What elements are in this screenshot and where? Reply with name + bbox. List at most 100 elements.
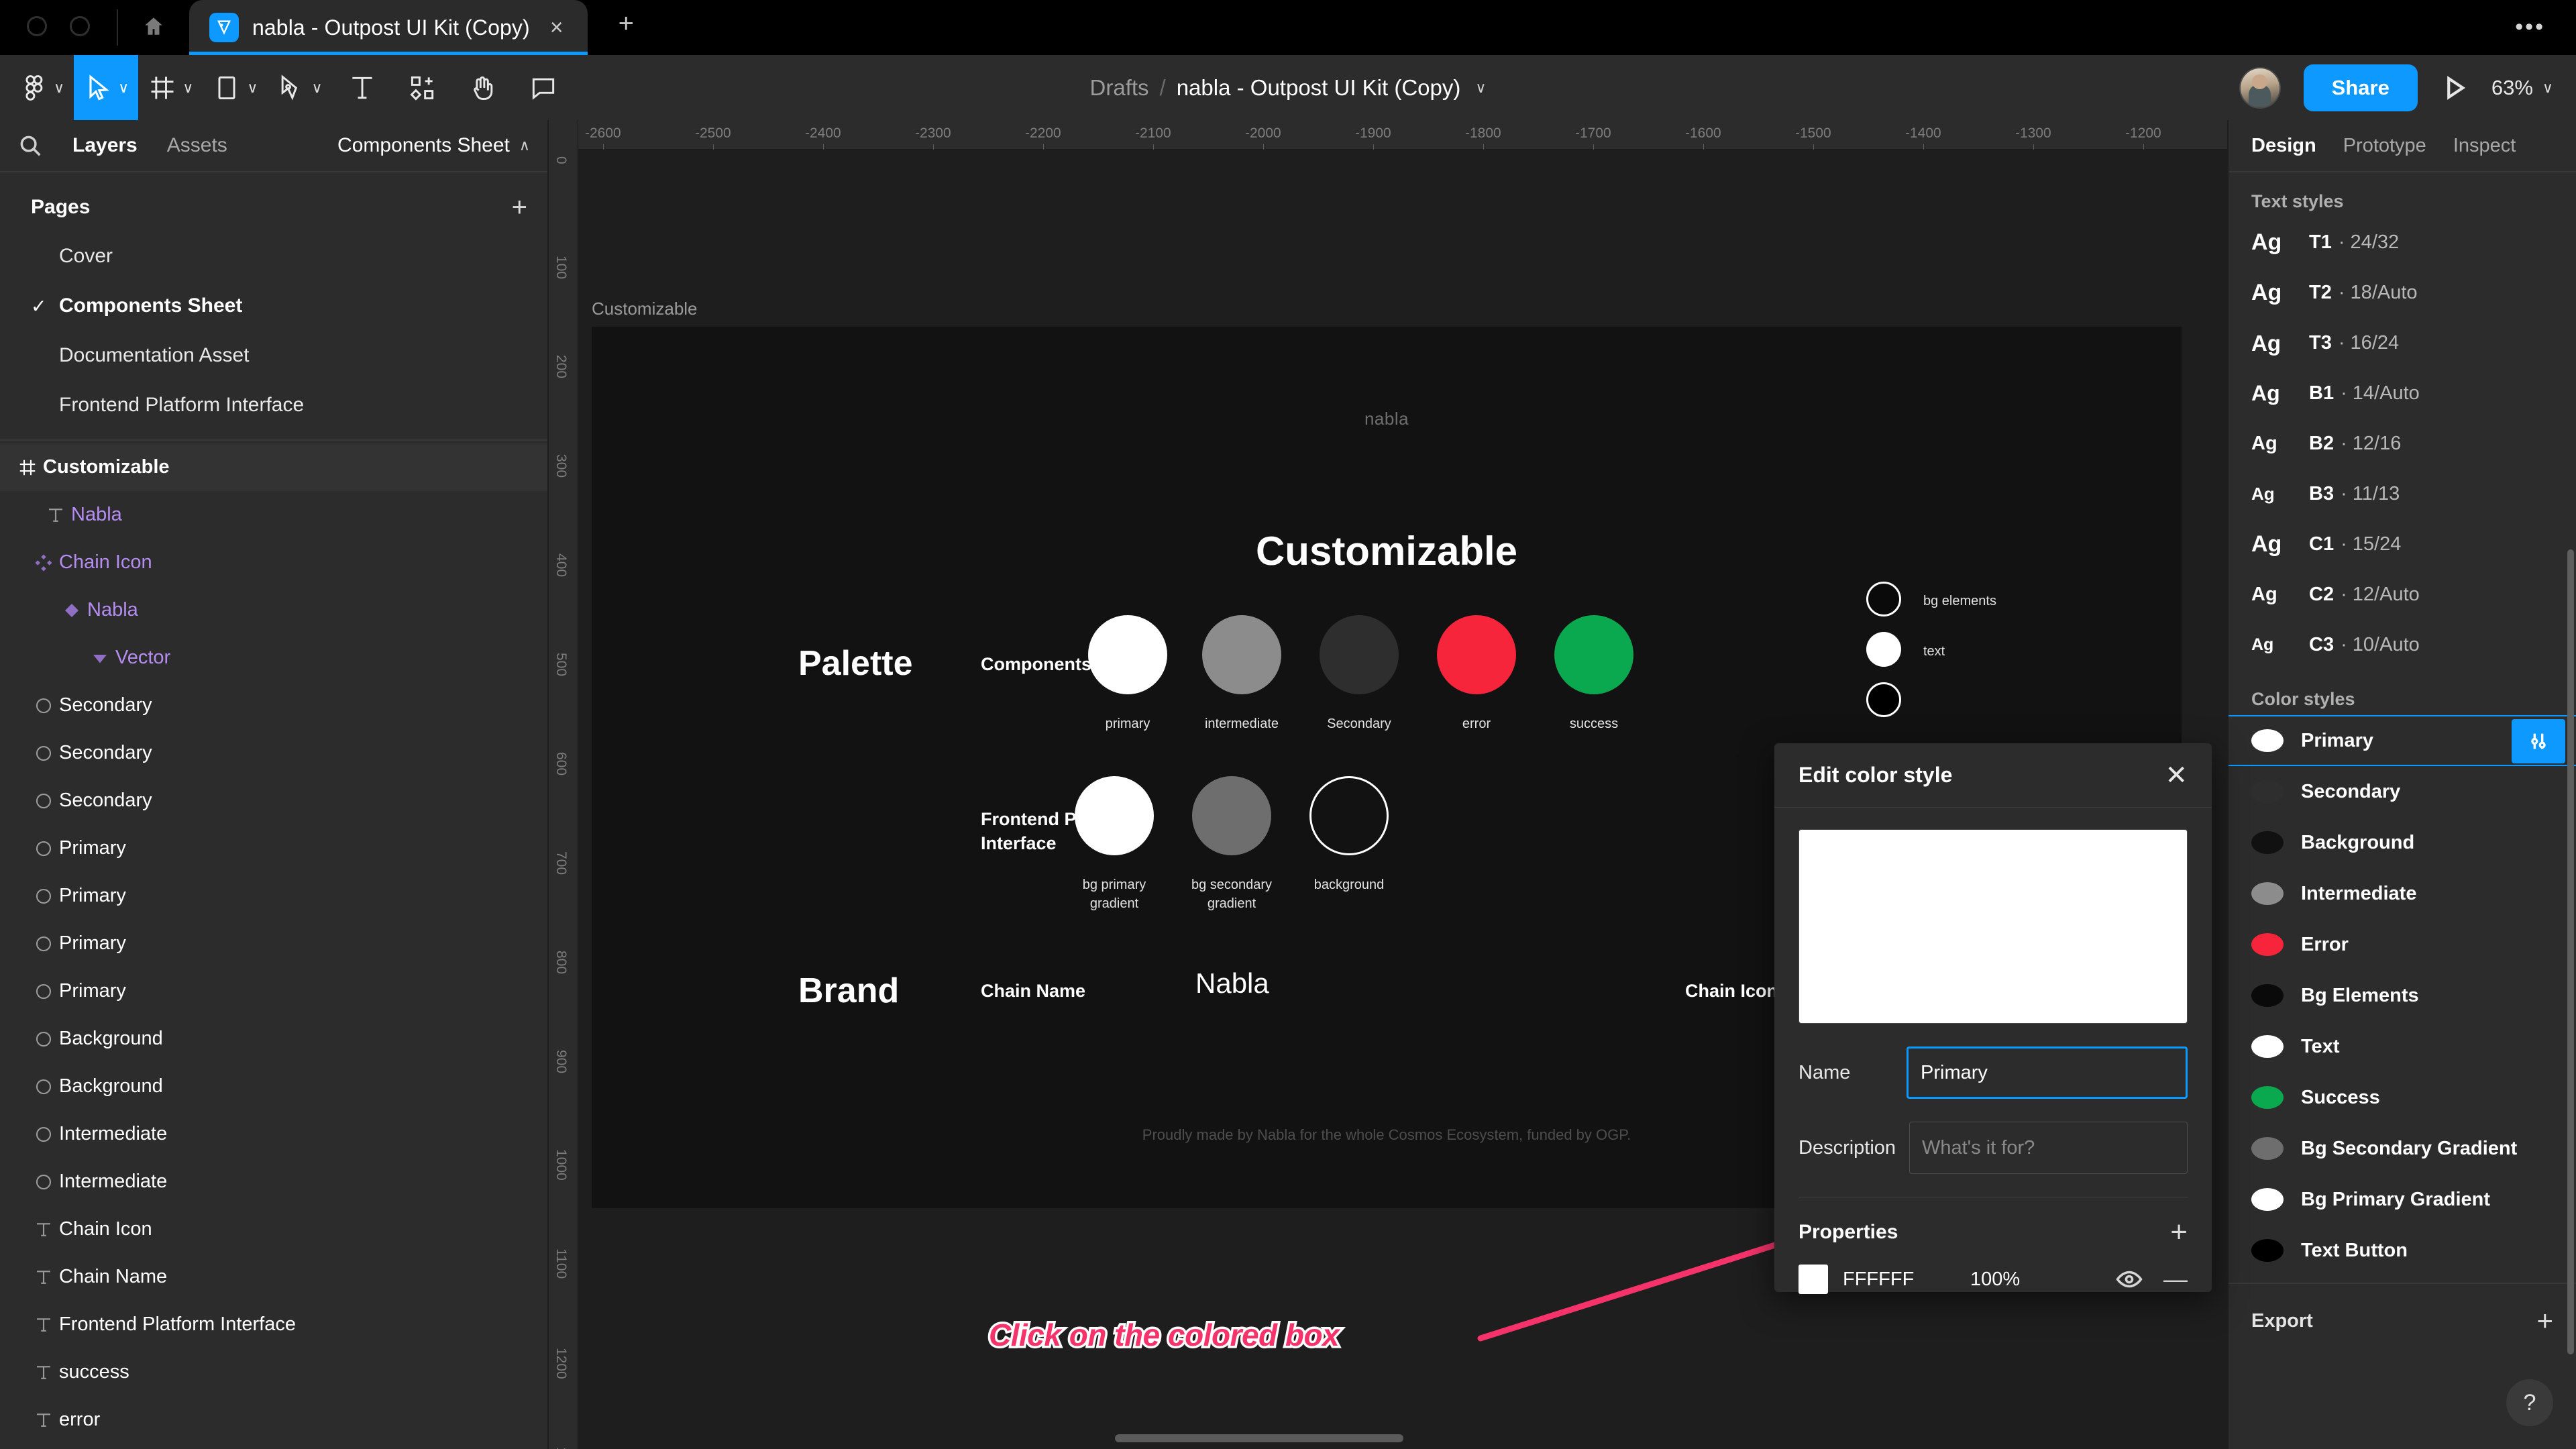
tab-design[interactable]: Design (2251, 135, 2316, 157)
text-style-item-b2[interactable]: Ag B2 · 12/16 (2229, 419, 2576, 469)
tab-prototype[interactable]: Prototype (2343, 135, 2426, 157)
gradient-swatch[interactable] (1075, 776, 1154, 855)
right-panel-scrollbar[interactable] (2567, 549, 2574, 1354)
window-close-dot[interactable] (27, 16, 47, 36)
page-selector[interactable]: Components Sheet ∧ (337, 134, 530, 157)
gradient-swatch[interactable] (1309, 776, 1389, 855)
avatar[interactable] (2239, 66, 2281, 109)
close-icon[interactable]: ✕ (2165, 762, 2188, 789)
layer-item[interactable]: success (0, 1348, 547, 1396)
new-tab-button[interactable]: + (588, 9, 658, 55)
name-input[interactable] (1907, 1046, 2188, 1099)
text-style-item-b1[interactable]: Ag B1 · 14/Auto (2229, 368, 2576, 419)
search-icon[interactable] (17, 133, 43, 158)
palette-swatch-secondary[interactable] (1320, 615, 1399, 694)
layer-item[interactable]: Nabla (0, 586, 547, 634)
shape-tool-button[interactable]: ∨ (203, 55, 267, 120)
layer-item[interactable]: Primary (0, 872, 547, 920)
text-style-item-t1[interactable]: Ag T1 · 24/32 (2229, 217, 2576, 268)
zoom-level-selector[interactable]: 63% ∨ (2491, 76, 2553, 100)
share-button[interactable]: Share (2303, 64, 2418, 111)
description-input[interactable] (1909, 1122, 2188, 1174)
gradient-swatch[interactable] (1192, 776, 1271, 855)
comment-tool-button[interactable] (513, 55, 574, 120)
layer-item[interactable]: Intermediate (0, 1110, 547, 1158)
color-style-item-success[interactable]: Success (2229, 1072, 2576, 1123)
palette-swatch-error[interactable] (1437, 615, 1516, 694)
page-item-frontend-platform-interface[interactable]: Frontend Platform Interface (0, 380, 547, 430)
page-item-cover[interactable]: Cover (0, 231, 547, 281)
text-style-item-c2[interactable]: Ag C2 · 12/Auto (2229, 570, 2576, 620)
text-tool-button[interactable] (332, 55, 392, 120)
layer-item[interactable]: Primary (0, 824, 547, 872)
layer-item[interactable]: Chain Icon (0, 1205, 547, 1253)
mini-swatch[interactable] (1866, 682, 1901, 717)
layer-item[interactable]: Background (0, 1063, 547, 1110)
layer-item[interactable]: Secondary (0, 729, 547, 777)
color-style-item-bg-elements[interactable]: Bg Elements (2229, 970, 2576, 1021)
window-minimize-dot[interactable] (70, 16, 90, 36)
text-style-item-t3[interactable]: Ag T3 · 16/24 (2229, 318, 2576, 368)
frame-name-label[interactable]: Customizable (592, 299, 698, 319)
layer-item[interactable]: Chain Name (0, 1253, 547, 1301)
color-preview-swatch[interactable] (1799, 829, 2188, 1024)
layer-item[interactable]: Customizable (0, 443, 547, 491)
text-style-item-c1[interactable]: Ag C1 · 15/24 (2229, 519, 2576, 570)
figma-menu-button[interactable]: ∨ (0, 55, 74, 120)
remove-property-button[interactable]: — (2163, 1265, 2188, 1293)
layer-item[interactable]: error (0, 1396, 547, 1444)
layer-item[interactable]: Intermediate (0, 1158, 547, 1205)
add-export-button[interactable]: + (2536, 1307, 2553, 1335)
pen-tool-button[interactable]: ∨ (267, 55, 331, 120)
color-style-item-text-button[interactable]: Text Button (2229, 1225, 2576, 1276)
tab-assets[interactable]: Assets (152, 134, 242, 157)
layer-item[interactable]: Nabla (0, 491, 547, 539)
tab-close-icon[interactable]: × (543, 12, 570, 43)
chevron-down-icon[interactable]: ∨ (1475, 79, 1486, 97)
layer-item[interactable]: Background (0, 1015, 547, 1063)
eye-icon[interactable] (2115, 1265, 2143, 1293)
color-style-item-intermediate[interactable]: Intermediate (2229, 868, 2576, 919)
color-style-item-primary[interactable]: Primary (2229, 715, 2576, 766)
color-style-item-secondary[interactable]: Secondary (2229, 766, 2576, 817)
layer-item[interactable]: Chain Icon (0, 539, 547, 586)
palette-swatch-success[interactable] (1554, 615, 1633, 694)
color-style-item-bg-secondary-gradient[interactable]: Bg Secondary Gradient (2229, 1123, 2576, 1174)
text-style-item-c3[interactable]: Ag C3 · 10/Auto (2229, 620, 2576, 670)
page-item-documentation-asset[interactable]: Documentation Asset (0, 331, 547, 380)
tab-layers[interactable]: Layers (58, 134, 152, 157)
color-style-item-bg-primary-gradient[interactable]: Bg Primary Gradient (2229, 1174, 2576, 1225)
resources-tool-button[interactable] (392, 55, 453, 120)
layer-item[interactable]: Secondary (0, 682, 547, 729)
page-item-components-sheet[interactable]: ✓ Components Sheet (0, 281, 547, 331)
mini-swatch[interactable] (1866, 632, 1901, 667)
add-property-button[interactable]: + (2170, 1218, 2188, 1247)
breadcrumb-drafts[interactable]: Drafts (1090, 75, 1149, 101)
hand-tool-button[interactable] (453, 55, 513, 120)
browser-menu-icon[interactable]: ••• (2515, 14, 2545, 40)
color-style-item-error[interactable]: Error (2229, 919, 2576, 970)
layer-item[interactable]: Primary (0, 967, 547, 1015)
edit-style-button[interactable] (2512, 719, 2565, 763)
property-color-chip[interactable] (1799, 1265, 1828, 1294)
color-style-item-background[interactable]: Background (2229, 817, 2576, 868)
layer-item[interactable]: Secondary (0, 777, 547, 824)
property-opacity-value[interactable]: 100% (1970, 1269, 2115, 1291)
color-style-item-text[interactable]: Text (2229, 1021, 2576, 1072)
home-button[interactable] (118, 15, 189, 55)
palette-swatch-primary[interactable] (1088, 615, 1167, 694)
palette-swatch-intermediate[interactable] (1202, 615, 1281, 694)
text-style-item-b3[interactable]: Ag B3 · 11/13 (2229, 469, 2576, 519)
property-hex-value[interactable]: FFFFFF (1843, 1269, 1970, 1291)
tab-inspect[interactable]: Inspect (2453, 135, 2516, 157)
layer-item[interactable]: Frontend Platform Interface (0, 1301, 547, 1348)
horizontal-scrollbar[interactable] (1115, 1434, 1403, 1442)
add-page-button[interactable]: + (512, 194, 527, 221)
help-button[interactable]: ? (2506, 1379, 2553, 1426)
present-play-icon[interactable] (2440, 74, 2469, 102)
breadcrumb-filename[interactable]: nabla - Outpost UI Kit (Copy) (1177, 75, 1461, 101)
layer-item[interactable]: Vector (0, 634, 547, 682)
layer-item[interactable]: Primary (0, 920, 547, 967)
frame-tool-button[interactable]: ∨ (138, 55, 203, 120)
window-controls[interactable] (0, 16, 117, 55)
